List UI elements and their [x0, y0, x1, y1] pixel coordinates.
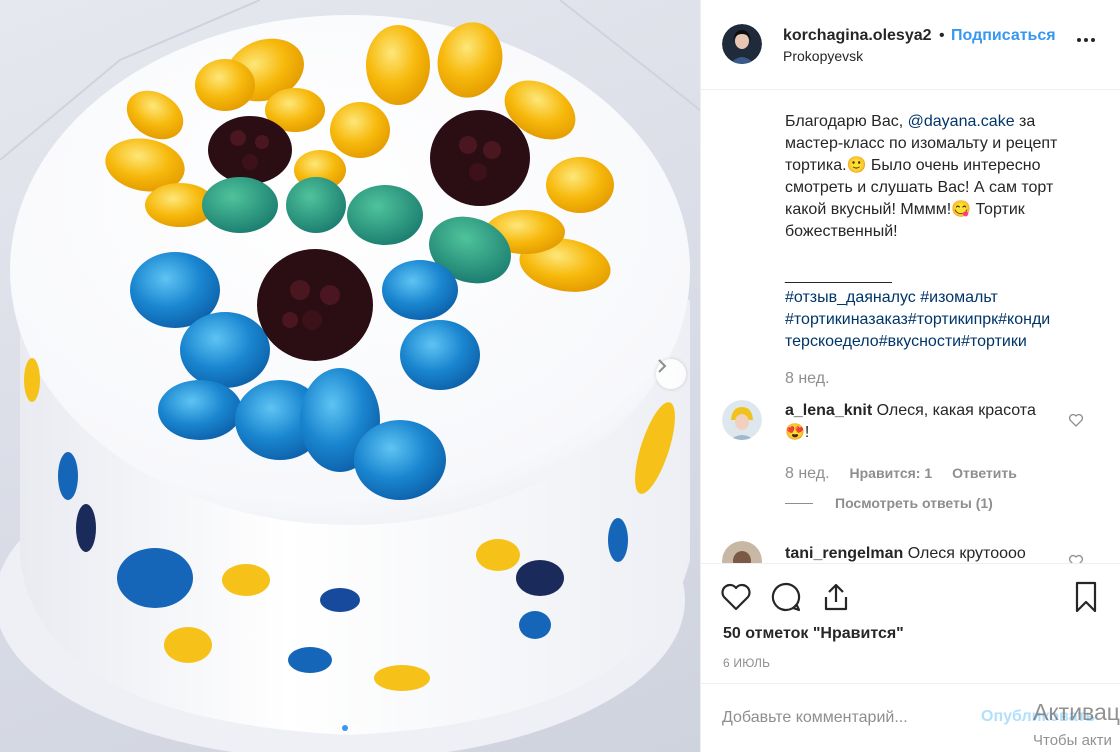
post-side-panel: korchagina.olesya2 • Подписаться Prokopy… [700, 0, 1120, 752]
chevron-right-icon [658, 359, 667, 373]
commenter-avatar[interactable] [722, 541, 762, 563]
post-photo[interactable] [0, 0, 700, 752]
share-icon[interactable] [819, 580, 853, 614]
mention-link[interactable]: @dayana.cake [908, 113, 1015, 130]
bookmark-icon[interactable] [1069, 580, 1103, 614]
carousel-dot [352, 725, 358, 731]
likes-count[interactable]: 50 отметок "Нравится" [723, 625, 904, 643]
comment-username[interactable]: a_lena_knit [785, 402, 872, 419]
carousel-next-button[interactable] [656, 359, 686, 389]
caption-line: Благодарю Вас, @dayana.cake за [785, 113, 1036, 130]
heart-icon[interactable] [719, 580, 753, 614]
follow-button[interactable]: Подписаться [951, 27, 1056, 45]
activation-watermark: Активац [1033, 699, 1120, 725]
comments-list[interactable]: Благодарю Вас, @dayana.cake за мастер-кл… [701, 91, 1120, 563]
commenter-avatar[interactable] [722, 400, 762, 440]
comment-username[interactable]: tani_rengelman [785, 545, 903, 562]
comment-icon[interactable] [769, 580, 803, 614]
comment-text: a_lena_knit Олеся, какая красота 😍! [785, 402, 1036, 441]
post-location[interactable]: Prokopyevsk [783, 48, 863, 64]
caption-timestamp[interactable]: 8 нед. [785, 370, 830, 388]
author-username[interactable]: korchagina.olesya2 [783, 27, 932, 45]
post-date[interactable]: 6 ИЮЛЬ [723, 656, 770, 670]
more-horizontal-icon[interactable] [1077, 38, 1101, 48]
carousel-indicator [0, 725, 700, 731]
comment-likes[interactable]: Нравится: 1 [850, 465, 933, 481]
heart-icon[interactable] [1068, 412, 1084, 428]
caption-line: мастер-класс по изомальту и рецепт [785, 135, 1058, 152]
caption-line: смотреть и слушать Вас! А сам торт [785, 179, 1054, 196]
separator-dot: • [939, 27, 945, 44]
caption-divider: ____________ [785, 267, 892, 284]
reply-button[interactable]: Ответить [952, 465, 1017, 481]
comment-timestamp[interactable]: 8 нед. [785, 465, 830, 483]
post-actions: 50 отметок "Нравится" 6 ИЮЛЬ [701, 563, 1120, 683]
caption-line: тортика.🙂 Было очень интересно [785, 157, 1041, 174]
hashtag-line[interactable]: #отзыв_даяналус #изомальт [785, 287, 1095, 309]
caption-line: божественный! [785, 223, 898, 240]
comment-meta: 8 нед. Нравится: 1 Ответить [785, 465, 1017, 483]
view-replies-button[interactable]: Посмотреть ответы (1) [785, 495, 993, 511]
cake-image [0, 0, 700, 752]
comment-input[interactable] [722, 706, 972, 730]
post-caption: Благодарю Вас, @dayana.cake за мастер-кл… [785, 111, 1095, 353]
comment-text: tani_rengelman Олеся крутоооо [785, 545, 1026, 562]
carousel-dot-active [342, 725, 348, 731]
heart-icon[interactable] [1068, 553, 1084, 563]
hashtag-line[interactable]: #тортикиназаказ#тортикипрк#конди [785, 309, 1095, 331]
post-header: korchagina.olesya2 • Подписаться Prokopy… [701, 0, 1120, 90]
author-avatar[interactable] [722, 24, 762, 64]
caption-line: какой вкусный! Мммм!😋 Тортик [785, 201, 1025, 218]
hashtag-line[interactable]: терскоедело#вкусности#тортики [785, 331, 1095, 353]
activation-watermark-sub: Чтобы акти [1033, 732, 1112, 749]
